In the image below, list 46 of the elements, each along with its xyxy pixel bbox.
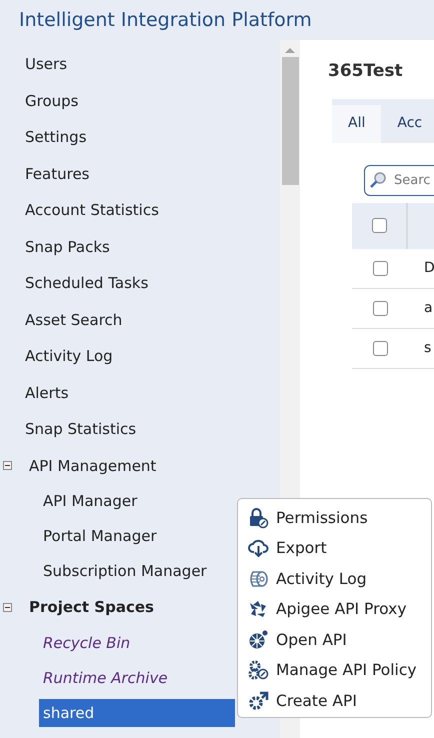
collapse-toggle-icon[interactable] xyxy=(3,461,12,470)
tree-item[interactable]: API Management xyxy=(25,452,160,480)
tree-item[interactable]: Activity Log xyxy=(21,342,117,370)
menu-item[interactable]: Export xyxy=(238,534,431,564)
menu-item[interactable]: Activity Log xyxy=(238,564,431,594)
row-checkbox[interactable] xyxy=(372,260,388,276)
cloud-download-icon xyxy=(248,538,269,560)
project-title: 365Test xyxy=(328,60,404,83)
row-checkbox[interactable] xyxy=(372,300,388,316)
log-icon xyxy=(248,568,269,590)
menu-item[interactable]: Permissions xyxy=(238,503,431,534)
row-checkbox[interactable] xyxy=(372,340,388,356)
table-cell-text: D xyxy=(423,258,434,278)
tree-item[interactable]: Snap Statistics xyxy=(21,415,140,444)
search-field[interactable]: Searc xyxy=(364,164,434,196)
menu-item[interactable]: Apigee API Proxy xyxy=(238,594,431,625)
tree-item[interactable]: Features xyxy=(21,160,94,188)
tree-item[interactable]: Groups xyxy=(21,86,82,115)
tree-item[interactable]: Project Spaces xyxy=(25,593,158,622)
lock-icon xyxy=(248,508,269,529)
gears-icon xyxy=(248,660,269,682)
wheel-icon xyxy=(248,630,269,651)
tree-item[interactable]: Alerts xyxy=(21,378,73,407)
tree-item[interactable]: Asset Search xyxy=(21,306,126,334)
collapse-toggle-icon[interactable] xyxy=(3,602,12,612)
tree-item[interactable]: Recycle Bin xyxy=(39,628,134,658)
tab[interactable]: All xyxy=(332,104,382,142)
tree-item[interactable]: Scheduled Tasks xyxy=(21,269,152,298)
tree-item[interactable]: API Manager xyxy=(39,487,142,516)
tree-item[interactable]: Users xyxy=(21,50,72,78)
table-cell-text: s xyxy=(423,338,432,358)
gear-plus-icon xyxy=(248,690,269,712)
tree-item[interactable]: shared xyxy=(39,698,235,728)
menu-item[interactable]: Manage API Policy xyxy=(238,656,431,686)
tree-item[interactable]: Account Statistics xyxy=(21,196,163,224)
tree-item[interactable]: Subscription Manager xyxy=(39,557,211,586)
tree-item[interactable]: Portal Manager xyxy=(39,522,161,551)
app-title: Intelligent Integration Platform xyxy=(19,8,312,33)
menu-item[interactable]: Open API xyxy=(238,625,431,656)
tree-item[interactable]: Snap Packs xyxy=(21,232,114,261)
tree-item[interactable]: Settings xyxy=(21,123,91,152)
tab[interactable]: Acc xyxy=(381,104,434,142)
select-all-checkbox[interactable] xyxy=(372,218,386,233)
tree-item[interactable]: Runtime Archive xyxy=(39,664,172,692)
table-cell-text: a xyxy=(423,298,433,318)
menu-item[interactable]: Create API xyxy=(238,686,431,716)
